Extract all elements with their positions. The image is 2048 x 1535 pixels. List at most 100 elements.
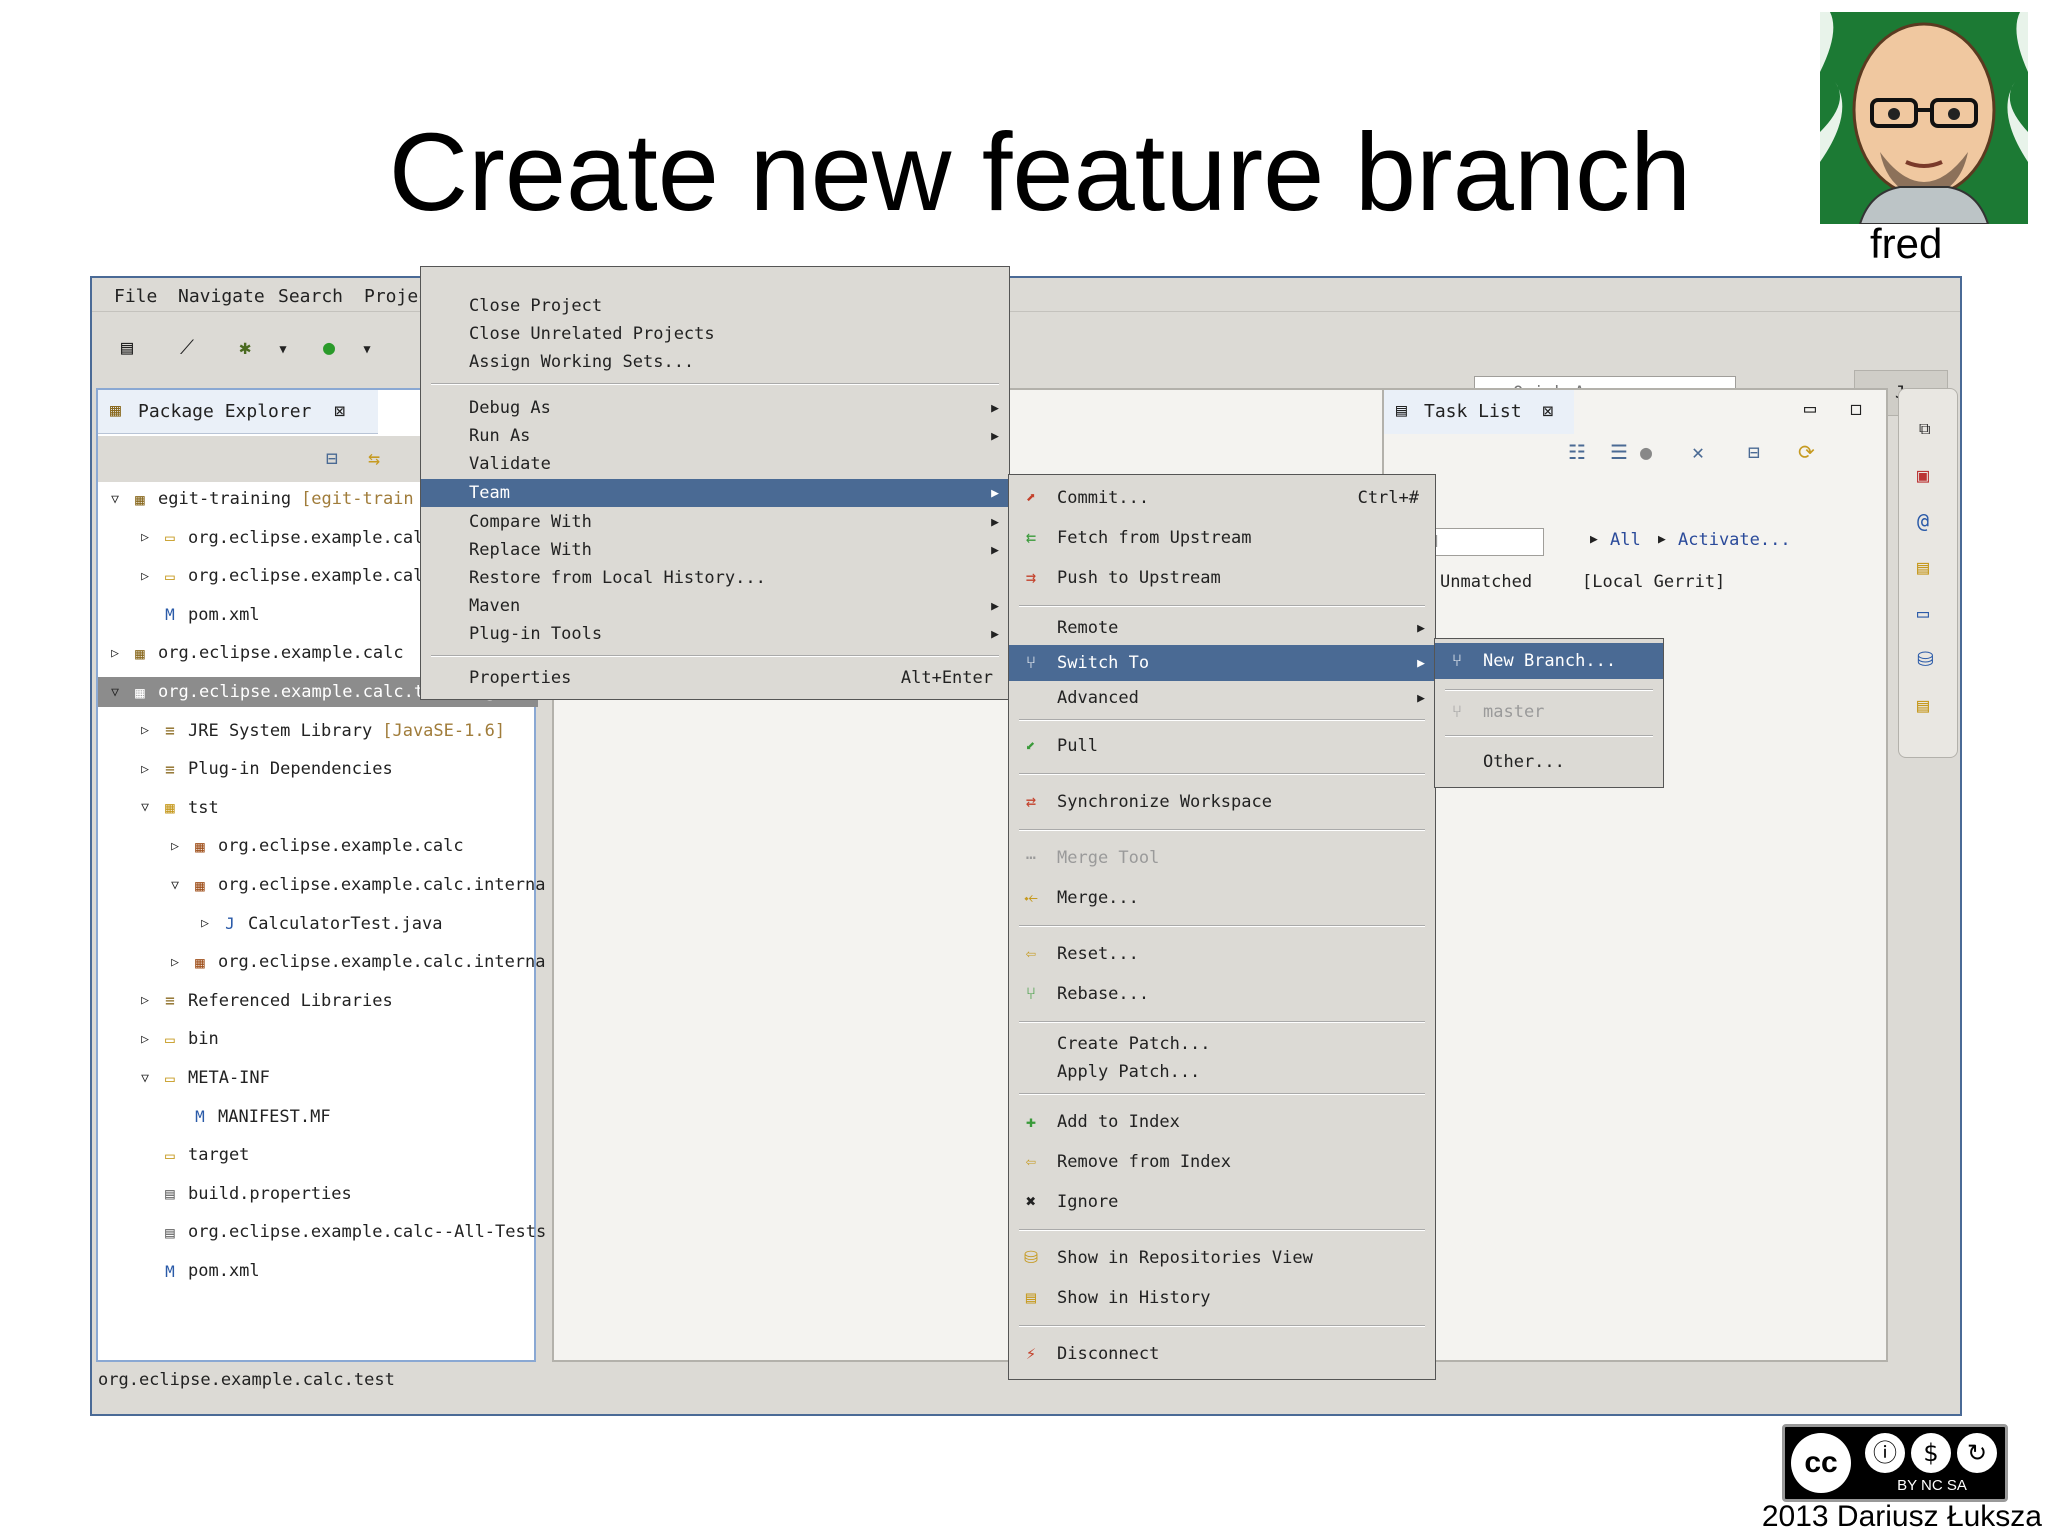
tree-item[interactable]: ▤ build.properties bbox=[136, 1179, 352, 1209]
chevron-right-icon[interactable]: ▷ bbox=[166, 839, 184, 854]
tree-item[interactable]: ▷ ≡ Plug-in Dependencies bbox=[136, 754, 393, 784]
chevron-right-icon[interactable]: ▷ bbox=[136, 1032, 154, 1047]
task-filter-input[interactable]: d bbox=[1424, 528, 1544, 556]
tree-item[interactable]: Mpom.xml bbox=[136, 600, 259, 630]
scheduled-icon[interactable]: ☰ bbox=[1610, 440, 1628, 464]
tree-item[interactable]: ▷ ▦ org.eclipse.example.calc bbox=[166, 831, 464, 861]
activate-link[interactable]: Activate... bbox=[1678, 530, 1791, 550]
build-icon[interactable]: ▤ bbox=[114, 334, 140, 360]
maximize-icon[interactable]: ◻ bbox=[1850, 396, 1862, 420]
repository-icon[interactable]: ⛁ bbox=[1917, 647, 1934, 671]
menu-reset[interactable]: ⇦ Reset... bbox=[1009, 941, 1435, 967]
chevron-right-icon[interactable]: ▷ bbox=[106, 646, 124, 661]
menu-commit[interactable]: ⬈ Commit... Ctrl+# bbox=[1009, 485, 1435, 511]
chevron-down-icon[interactable]: ▽ bbox=[136, 800, 154, 815]
menu-close-project[interactable]: Close Project bbox=[421, 293, 1009, 319]
tree-item[interactable]: ▷ ▭ org.eclipse.example.cal bbox=[136, 561, 423, 591]
menu-pull[interactable]: ⬋ Pull bbox=[1009, 733, 1435, 759]
run-icon[interactable]: ● bbox=[316, 334, 342, 360]
tree-item[interactable]: M MANIFEST.MF bbox=[166, 1102, 330, 1132]
menu-compare-with[interactable]: Compare With ▶ bbox=[421, 509, 1009, 535]
menu-switch-to[interactable]: ⑂ Switch To ▶ bbox=[1009, 645, 1435, 681]
tree-item[interactable]: ▷ ▦ org.eclipse.example.calc bbox=[106, 638, 404, 668]
menu-fetch-upstream[interactable]: ⇇ Fetch from Upstream bbox=[1009, 525, 1435, 551]
declaration-icon[interactable]: ▤ bbox=[1917, 555, 1929, 579]
restore-icon[interactable]: ⧉ bbox=[1919, 419, 1930, 439]
menu-maven[interactable]: Maven ▶ bbox=[421, 593, 1009, 619]
categorized-icon[interactable]: ☷ bbox=[1568, 440, 1586, 464]
menu-synchronize[interactable]: ⇄ Synchronize Workspace bbox=[1009, 789, 1435, 815]
tree-item[interactable]: ▷ ▭ bin bbox=[136, 1024, 219, 1054]
menu-team[interactable]: Team ▶ bbox=[421, 479, 1009, 507]
skip-breakpoints-icon[interactable]: ⟋ bbox=[174, 334, 200, 360]
chevron-right-icon[interactable]: ▷ bbox=[166, 955, 184, 970]
chevron-right-icon[interactable]: ▷ bbox=[136, 993, 154, 1008]
tree-item[interactable]: ▤ org.eclipse.example.calc--All-Tests bbox=[136, 1217, 546, 1247]
minimize-icon[interactable]: ▭ bbox=[1804, 396, 1816, 420]
tab-task-list[interactable]: ▤ Task List ⊠ bbox=[1384, 390, 1574, 434]
menu-search[interactable]: Search bbox=[278, 286, 343, 307]
menu-rebase[interactable]: ⑂ Rebase... bbox=[1009, 981, 1435, 1007]
menu-run-as[interactable]: Run As ▶ bbox=[421, 423, 1009, 449]
tree-item[interactable]: ▽ ▦ egit-training [egit-train bbox=[106, 484, 414, 514]
menu-restore-local-history[interactable]: Restore from Local History... bbox=[421, 565, 1009, 591]
menu-properties[interactable]: Properties Alt+Enter bbox=[421, 665, 1009, 691]
menu-disconnect[interactable]: ⚡ Disconnect bbox=[1009, 1341, 1435, 1367]
chevron-right-icon[interactable]: ▷ bbox=[136, 762, 154, 777]
menu-other[interactable]: Other... bbox=[1435, 749, 1663, 775]
tree-item[interactable]: ▭ target bbox=[136, 1140, 249, 1170]
problems-icon[interactable]: ▣ bbox=[1917, 463, 1929, 487]
run-dropdown-icon[interactable]: ▼ bbox=[354, 336, 380, 362]
debug-icon[interactable]: ✱ bbox=[232, 334, 258, 360]
menu-file[interactable]: File bbox=[114, 286, 157, 307]
tree-item[interactable]: ▷ ▦ org.eclipse.example.calc.interna bbox=[166, 947, 545, 977]
menu-assign-working-sets[interactable]: Assign Working Sets... bbox=[421, 349, 1009, 375]
menu-create-patch[interactable]: Create Patch... bbox=[1009, 1031, 1435, 1057]
collapse-all-icon[interactable]: ⊟ bbox=[1748, 440, 1760, 464]
collapse-all-icon[interactable]: ⊟ bbox=[326, 446, 338, 470]
menu-advanced[interactable]: Advanced ▶ bbox=[1009, 685, 1435, 711]
chevron-right-icon[interactable]: ▷ bbox=[136, 530, 154, 545]
chevron-down-icon[interactable]: ▽ bbox=[136, 1071, 154, 1086]
tree-item[interactable]: ▷ ▭ org.eclipse.example.cal bbox=[136, 523, 423, 553]
chevron-down-icon[interactable]: ▽ bbox=[106, 492, 124, 507]
link-editor-icon[interactable]: ⇆ bbox=[368, 446, 380, 470]
tree-item[interactable]: ▽ ▦ org.eclipse.example.calc.interna bbox=[166, 870, 545, 900]
chevron-down-icon[interactable]: ▽ bbox=[106, 685, 124, 700]
menu-new-branch[interactable]: ⑂ New Branch... bbox=[1435, 643, 1663, 679]
history-icon[interactable]: ▤ bbox=[1917, 693, 1929, 717]
tree-item[interactable]: ▷ ≡ JRE System Library [JavaSE-1.6] bbox=[136, 716, 505, 746]
close-icon[interactable]: ⊠ bbox=[1542, 401, 1553, 422]
menu-apply-patch[interactable]: Apply Patch... bbox=[1009, 1059, 1435, 1085]
close-icon[interactable]: ⊠ bbox=[334, 401, 345, 422]
console-icon[interactable]: ▭ bbox=[1917, 601, 1929, 625]
chevron-right-icon[interactable]: ▷ bbox=[136, 569, 154, 584]
tree-item[interactable]: ▽ ▭ META-INF bbox=[136, 1063, 270, 1093]
menu-close-unrelated[interactable]: Close Unrelated Projects bbox=[421, 321, 1009, 347]
chevron-down-icon[interactable]: ▽ bbox=[166, 878, 184, 893]
chevron-right-icon[interactable]: ▷ bbox=[136, 723, 154, 738]
menu-merge[interactable]: ⤝ Merge... bbox=[1009, 885, 1435, 911]
tree-item[interactable]: ▽ ▦ tst bbox=[136, 793, 219, 823]
hide-completed-icon[interactable]: ✕ bbox=[1692, 440, 1704, 464]
chevron-right-icon[interactable]: ▷ bbox=[196, 916, 214, 931]
category-unmatched[interactable]: Unmatched bbox=[1440, 572, 1532, 592]
menu-remove-from-index[interactable]: ⇦ Remove from Index bbox=[1009, 1149, 1435, 1175]
tree-item[interactable]: ▷ J CalculatorTest.java bbox=[196, 909, 442, 939]
menu-navigate[interactable]: Navigate bbox=[178, 286, 265, 307]
tree-item[interactable]: ▷ ≡ Referenced Libraries bbox=[136, 986, 393, 1016]
menu-ignore[interactable]: ✖ Ignore bbox=[1009, 1189, 1435, 1215]
tree-item[interactable]: Mpom.xml bbox=[136, 1256, 259, 1286]
debug-dropdown-icon[interactable]: ▼ bbox=[270, 336, 296, 362]
filter-all-link[interactable]: All bbox=[1610, 530, 1641, 550]
javadoc-icon[interactable]: @ bbox=[1917, 509, 1929, 533]
menu-add-to-index[interactable]: ✚ Add to Index bbox=[1009, 1109, 1435, 1135]
menu-plugin-tools[interactable]: Plug-in Tools ▶ bbox=[421, 621, 1009, 647]
focus-icon[interactable]: ● bbox=[1640, 440, 1652, 464]
menu-remote[interactable]: Remote ▶ bbox=[1009, 615, 1435, 641]
menu-show-history[interactable]: ▤ Show in History bbox=[1009, 1285, 1435, 1311]
menu-show-repositories[interactable]: ⛁ Show in Repositories View bbox=[1009, 1245, 1435, 1271]
menu-replace-with[interactable]: Replace With ▶ bbox=[421, 537, 1009, 563]
tab-package-explorer[interactable]: ▦ Package Explorer ⊠ bbox=[98, 390, 378, 434]
menu-validate[interactable]: Validate bbox=[421, 451, 1009, 477]
